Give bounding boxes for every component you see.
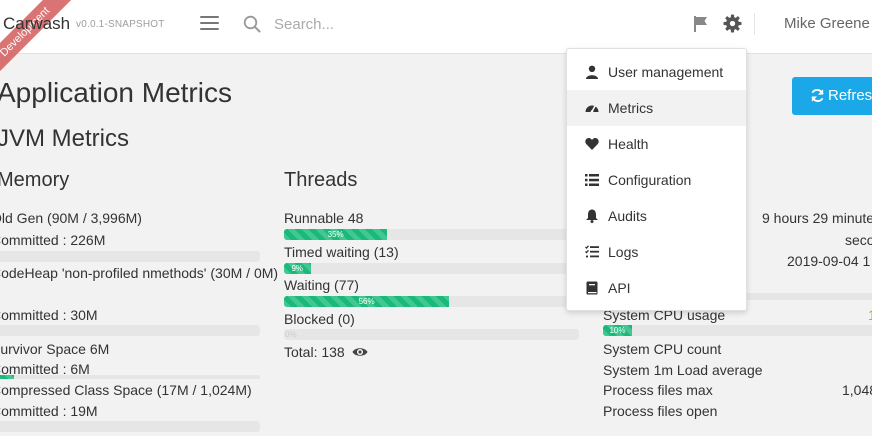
heart-icon <box>585 138 599 150</box>
menu-item-label: Health <box>608 136 649 152</box>
menu-item-label: Configuration <box>608 172 692 188</box>
memory-line: Old Gen (90M / 3,996M) <box>0 210 142 226</box>
menu-toggle-icon[interactable] <box>200 16 219 32</box>
thread-progress-fill: 35% <box>284 229 388 240</box>
menu-item-label: Audits <box>608 208 647 224</box>
brand-version: v0.0.1-SNAPSHOT <box>76 19 165 30</box>
threads-total: Total: 138 <box>284 344 345 360</box>
search-icon <box>243 15 261 33</box>
refresh-icon <box>811 89 824 102</box>
memory-progress <box>0 251 260 262</box>
system-cpu-progress: 10% <box>603 325 872 336</box>
thread-progress-fill: 9% <box>284 263 311 274</box>
menu-item-user-management[interactable]: User management <box>567 54 746 90</box>
memory-line: Committed : 30M <box>0 307 98 323</box>
menu-item-label: Metrics <box>608 100 654 116</box>
memory-title: Memory <box>0 169 70 191</box>
menu-item-health[interactable]: Health <box>567 126 746 162</box>
system-start-date: 2019-09-04 1 <box>787 253 871 269</box>
jvm-metrics-title: JVM Metrics <box>0 125 129 152</box>
thread-state-label: Timed waiting (13) <box>284 244 399 260</box>
process-files-max-value: 1,048 <box>842 382 872 398</box>
user-icon <box>586 65 598 79</box>
page-title: Application Metrics <box>0 77 232 108</box>
memory-line: Committed : 19M <box>0 403 98 419</box>
system-uptime: 9 hours 29 minutes <box>762 210 872 226</box>
process-files-max-label: Process files max <box>603 382 713 398</box>
memory-line: Compressed Class Space (17M / 1,024M) <box>0 382 252 398</box>
menu-item-logs[interactable]: Logs <box>567 234 746 270</box>
threads-title: Threads <box>284 169 358 191</box>
menu-item-label: Logs <box>608 244 639 260</box>
book-icon <box>586 281 598 295</box>
tasks-icon <box>585 245 599 258</box>
navbar-divider <box>754 13 755 35</box>
system-uptime-unit: seconds <box>845 232 872 248</box>
thread-progress: 9% <box>284 263 579 274</box>
memory-line: Survivor Space 6M <box>0 341 110 357</box>
memory-line: Committed : 226M <box>0 232 106 248</box>
memory-progress <box>0 375 260 379</box>
system-cpu-progress-fill: 10% <box>603 325 632 336</box>
refresh-button[interactable]: Refresh <box>792 77 872 115</box>
eye-icon[interactable] <box>352 346 368 358</box>
memory-progress <box>0 325 260 336</box>
navbar: Development Carwash v0.0.1-SNAPSHOT Mike… <box>0 0 872 86</box>
memory-progress <box>0 421 260 432</box>
thread-progress-fill: 56% <box>284 296 450 307</box>
menu-item-label: API <box>608 280 631 296</box>
memory-line: CodeHeap 'non-profiled nmethods' (30M / … <box>0 265 279 281</box>
memory-progress-fill <box>0 375 14 379</box>
search-input[interactable] <box>274 12 574 36</box>
thread-progress: 56% <box>284 296 579 307</box>
system-cpu-count-label: System CPU count <box>603 341 722 357</box>
bell-icon <box>586 209 598 223</box>
gear-icon[interactable] <box>723 14 742 33</box>
admin-dropdown-menu: User management Metrics Health Configura… <box>566 48 747 311</box>
flag-icon[interactable] <box>693 15 709 33</box>
thread-state-label: Runnable 48 <box>284 210 364 226</box>
list-icon <box>585 174 599 186</box>
system-cpu-usage-value: 1 <box>868 307 872 323</box>
thread-progress: 35% <box>284 229 579 240</box>
thread-state-label: Waiting (77) <box>284 277 359 293</box>
tachometer-icon <box>585 105 599 113</box>
menu-item-label: User management <box>608 64 724 80</box>
thread-progress-fill: 0% <box>285 330 297 339</box>
refresh-label: Refresh <box>828 87 872 104</box>
process-files-open-label: Process files open <box>603 403 718 419</box>
menu-item-api[interactable]: API <box>567 270 746 306</box>
menu-item-audits[interactable]: Audits <box>567 198 746 234</box>
environment-ribbon: Development <box>0 0 79 86</box>
system-load-label: System 1m Load average <box>603 362 763 378</box>
menu-item-configuration[interactable]: Configuration <box>567 162 746 198</box>
thread-state-label: Blocked (0) <box>284 311 355 327</box>
brand-title[interactable]: Carwash <box>3 14 70 34</box>
user-menu[interactable]: Mike Greene <box>784 15 870 32</box>
menu-item-metrics[interactable]: Metrics <box>567 90 746 126</box>
thread-progress: 0% <box>284 329 579 340</box>
